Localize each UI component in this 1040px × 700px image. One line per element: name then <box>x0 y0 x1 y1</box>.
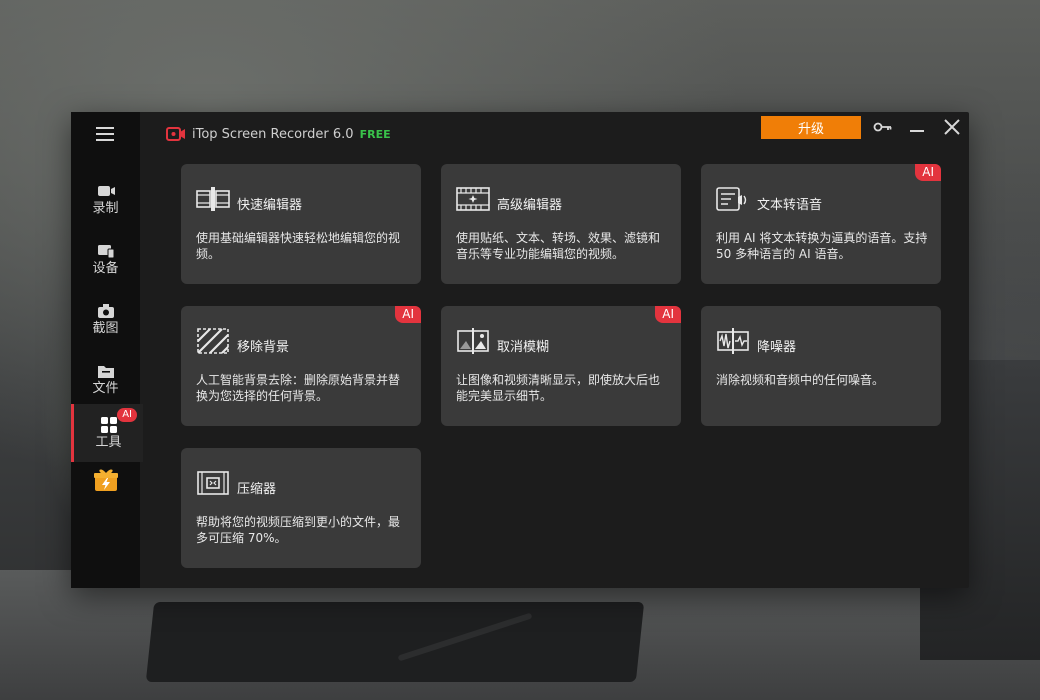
tool-card-compressor[interactable]: 压缩器 帮助将您的视频压缩到更小的文件，最多可压缩 70%。 <box>181 448 421 568</box>
sidebar-item-label: 设备 <box>92 261 119 276</box>
remove-background-icon <box>197 328 229 354</box>
hamburger-menu-icon[interactable] <box>96 127 114 141</box>
tool-name: 取消模糊 <box>497 340 550 355</box>
tool-description: 利用 AI 将文本转换为逼真的语音。支持 50 多种语言的 AI 语音。 <box>716 231 928 261</box>
upgrade-button[interactable]: 升级 <box>761 116 861 139</box>
tool-description: 使用基础编辑器快速轻松地编辑您的视频。 <box>196 231 401 261</box>
compressor-icon <box>197 471 229 495</box>
sidebar-item-label: 截图 <box>92 321 119 336</box>
app-logo-icon <box>166 127 185 141</box>
folder-icon <box>97 366 114 378</box>
unblur-icon <box>457 328 489 354</box>
edition-badge: FREE <box>359 127 391 141</box>
tool-card-unblur[interactable]: AI 取消模糊 让图像和视频清晰显示，即使放大后也能完美显示细节。 <box>441 306 681 426</box>
minimize-icon[interactable] <box>907 118 927 136</box>
ai-badge: AI <box>117 408 137 422</box>
screenshot-camera-icon <box>97 304 114 318</box>
close-icon[interactable] <box>942 118 962 136</box>
sidebar-item-label: 工具 <box>95 435 122 450</box>
sidebar-item-label: 文件 <box>92 381 119 396</box>
tool-name: 移除背景 <box>237 340 290 355</box>
sidebar: 录制 设备 截图 文件 AI 工具 <box>71 112 143 588</box>
tool-name: 快速编辑器 <box>237 198 303 213</box>
denoise-icon <box>717 328 749 354</box>
ai-badge: AI <box>915 164 941 181</box>
sidebar-item-devices[interactable]: 设备 <box>71 230 140 288</box>
tool-card-denoise[interactable]: 降噪器 消除视频和音频中的任何噪音。 <box>701 306 941 426</box>
tools-grid-icon <box>100 417 117 433</box>
tool-name: 文本转语音 <box>757 198 823 213</box>
sidebar-item-tools[interactable]: AI 工具 <box>71 404 143 462</box>
title-bar: iTop Screen Recorder 6.0 FREE <box>166 125 391 143</box>
tool-name: 高级编辑器 <box>497 198 563 213</box>
text-to-speech-icon <box>716 187 747 211</box>
sidebar-item-record[interactable]: 录制 <box>71 170 140 228</box>
tool-card-remove-background[interactable]: AI 移除背景 人工智能背景去除：删除原始背景并替换为您选择的任何背景。 <box>181 306 421 426</box>
camera-record-icon <box>97 186 115 196</box>
quick-editor-icon <box>196 187 230 211</box>
tool-description: 人工智能背景去除：删除原始背景并替换为您选择的任何背景。 <box>196 373 401 403</box>
app-title: iTop Screen Recorder 6.0 <box>192 126 354 142</box>
tool-description: 让图像和视频清晰显示，即使放大后也能完美显示细节。 <box>456 373 661 403</box>
background-notebook <box>145 602 645 682</box>
tool-description: 消除视频和音频中的任何噪音。 <box>716 373 885 387</box>
tool-description: 使用贴纸、文本、转场、效果、滤镜和音乐等专业功能编辑您的视频。 <box>456 231 661 261</box>
key-icon[interactable] <box>873 118 893 136</box>
sidebar-item-label: 录制 <box>92 201 119 216</box>
advanced-editor-icon <box>456 187 490 211</box>
ai-badge: AI <box>395 306 421 323</box>
sidebar-item-screenshot[interactable]: 截图 <box>71 290 140 348</box>
gift-icon[interactable] <box>93 467 119 493</box>
ai-badge: AI <box>655 306 681 323</box>
devices-icon <box>97 245 114 259</box>
tool-card-advanced-editor[interactable]: 高级编辑器 使用贴纸、文本、转场、效果、滤镜和音乐等专业功能编辑您的视频。 <box>441 164 681 284</box>
tool-name: 压缩器 <box>237 482 277 497</box>
tool-card-quick-editor[interactable]: 快速编辑器 使用基础编辑器快速轻松地编辑您的视频。 <box>181 164 421 284</box>
app-window: 录制 设备 截图 文件 AI 工具 iTop Screen Recorder 6… <box>71 112 969 588</box>
tool-card-text-to-speech[interactable]: AI 文本转语音 利用 AI 将文本转换为逼真的语音。支持 50 多种语言的 A… <box>701 164 941 284</box>
tool-name: 降噪器 <box>757 340 797 355</box>
sidebar-item-files[interactable]: 文件 <box>71 350 140 408</box>
tool-description: 帮助将您的视频压缩到更小的文件，最多可压缩 70%。 <box>196 515 401 545</box>
